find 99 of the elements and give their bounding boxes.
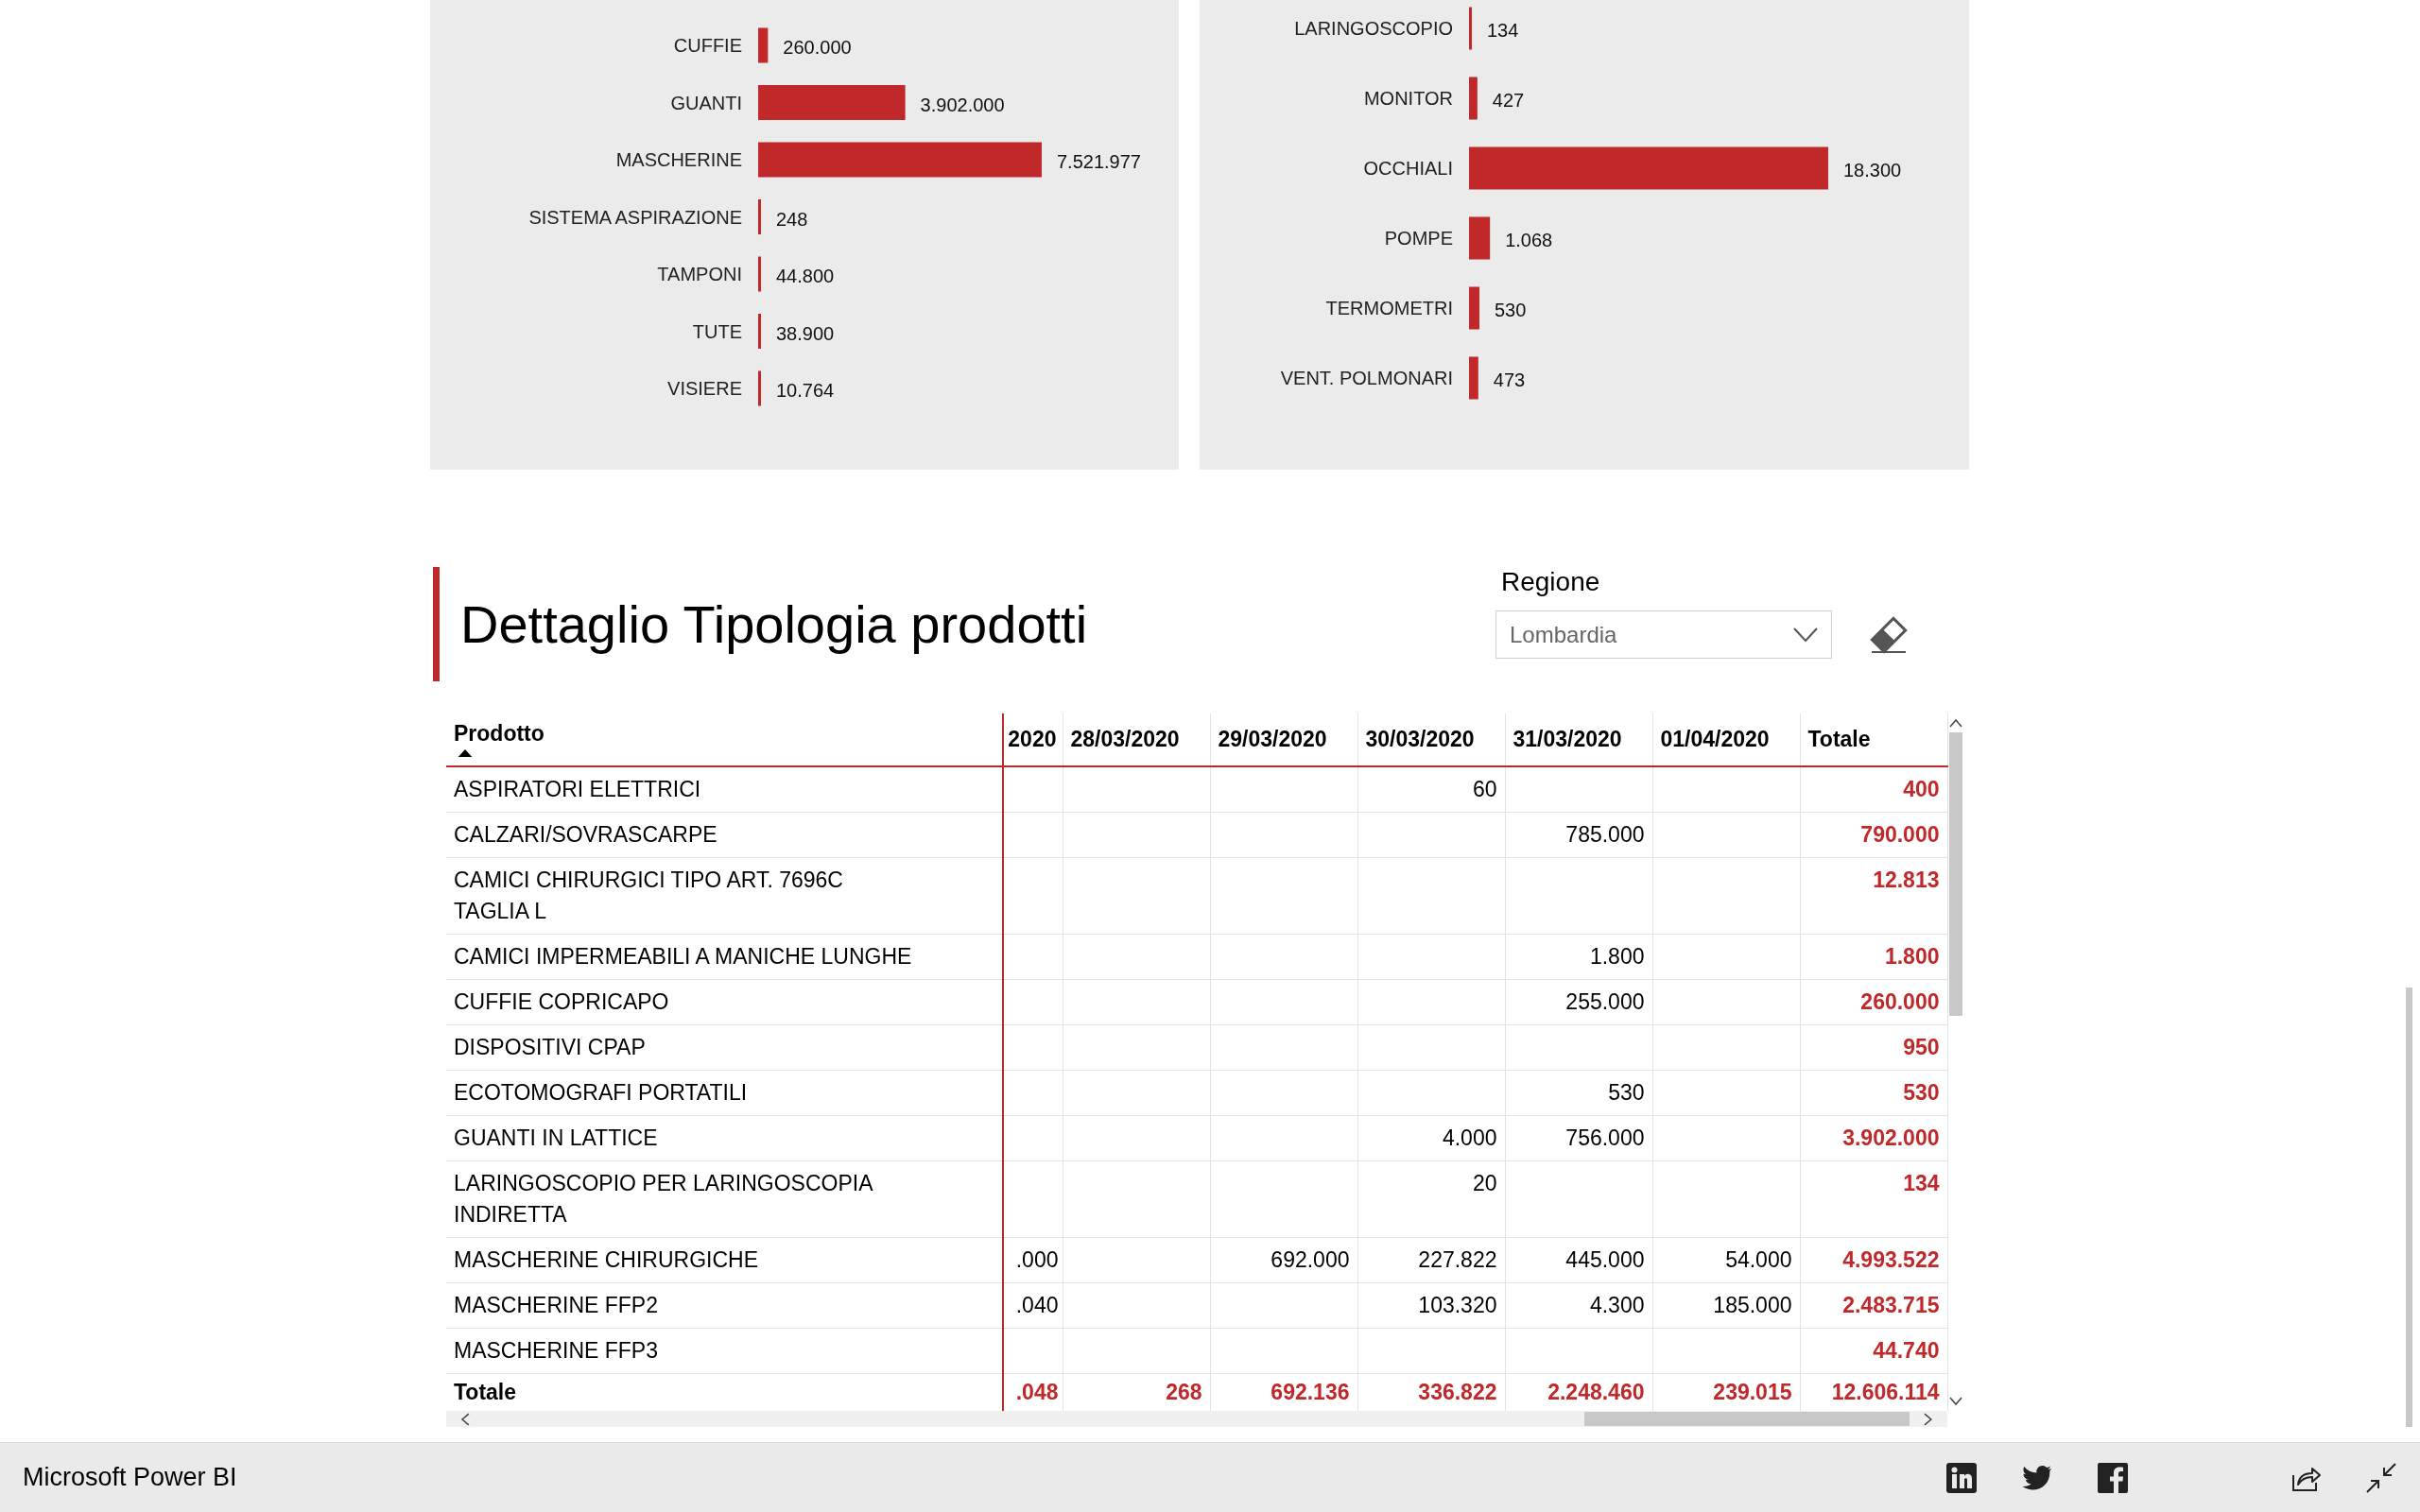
bar[interactable] [1469,286,1479,330]
table-cell: 134 [1800,1160,1947,1238]
category-label: CUFFIE [673,35,742,56]
table-cell: GUANTI IN LATTICE [446,1115,1003,1161]
table-cell: 12.813 [1800,857,1947,935]
bar[interactable] [758,370,761,406]
bar[interactable] [1469,216,1491,260]
value-label: 248 [776,208,808,230]
bar[interactable] [758,27,769,63]
linkedin-icon[interactable] [1945,1461,1978,1494]
table-cell: 255.000 [1505,979,1652,1025]
value-label: 7.521.977 [1057,151,1141,172]
slicer-label: Regione [1500,567,1601,598]
table-cell: DISPOSITIVI CPAP [446,1024,1003,1071]
table-cell: 530 [1800,1070,1947,1116]
category-label: TAMPONI [657,264,742,284]
column-header[interactable]: Prodotto [454,721,544,747]
table-cell: 185.000 [1652,1282,1800,1329]
category-label: MONITOR [1363,88,1453,109]
value-label: 530 [1495,300,1527,320]
region-dropdown[interactable]: Lombardia [1495,610,1832,659]
table-cell: 3.902.000 [1800,1115,1947,1161]
value-label: 134 [1487,20,1519,41]
column-header[interactable]: Totale [1800,713,1947,766]
table-cell: 445.000 [1505,1237,1652,1283]
table-cell: 950 [1800,1024,1947,1071]
bar[interactable] [1469,77,1478,120]
table-cell: 400 [1800,766,1947,813]
category-label: TERMOMETRI [1325,298,1453,318]
table-cell: 785.000 [1505,812,1652,858]
value-label: 473 [1493,369,1526,390]
table-cell: CUFFIE COPRICAPO [446,979,1003,1025]
table-cell: 54.000 [1652,1237,1800,1283]
category-label: MASCHERINE [615,149,742,170]
column-header[interactable]: 01/04/2020 [1652,713,1800,766]
horizontal-scrollbar[interactable] [446,1411,1947,1427]
bar[interactable] [758,142,1042,178]
table-cell: 2.483.715 [1800,1282,1947,1329]
table-cell: 1.800 [1505,934,1652,980]
bar[interactable] [1469,7,1472,50]
value-label: 18.300 [1843,160,1902,180]
table-cell: 60 [1357,766,1505,813]
section-title: Dettaglio Tipologia prodotti [433,567,1088,681]
table-cell: .040 [1003,1282,1063,1329]
chevron-up-icon[interactable] [1949,717,1963,729]
bar[interactable] [1469,146,1828,190]
category-label: OCCHIALI [1363,158,1453,179]
category-label: POMPE [1384,228,1453,249]
column-header[interactable]: 2020 [1003,713,1063,766]
column-header[interactable]: 28/03/2020 [1063,713,1210,766]
table-cell: ECOTOMOGRAFI PORTATILI [446,1070,1003,1116]
page-scrollbar[interactable] [2406,988,2412,1427]
column-header[interactable]: 29/03/2020 [1210,713,1357,766]
table-cell: CALZARI/SOVRASCARPE [446,812,1003,858]
table-cell: 4.993.522 [1800,1237,1947,1283]
chevron-left-icon[interactable] [459,1412,471,1426]
table-cell: 260.000 [1800,979,1947,1025]
value-label: 38.900 [776,322,835,344]
value-label: 427 [1492,90,1525,111]
chevron-right-icon[interactable] [1923,1412,1934,1426]
bar[interactable] [758,256,761,292]
table-cell: ASPIRATORI ELETTRICI [446,766,1003,813]
category-label: LARINGOSCOPIO [1294,18,1453,39]
table-cell: CAMICI IMPERMEABILI A MANICHE LUNGHE [446,934,1003,980]
value-label: 3.902.000 [920,94,1005,115]
table-cell: 103.320 [1357,1282,1505,1329]
table-cell: CAMICI CHIRURGICI TIPO ART. 7696C TAGLIA L [446,857,1003,935]
table-cell: 44.740 [1800,1328,1947,1374]
table-cell: 20 [1357,1160,1505,1238]
facebook-icon[interactable] [2097,1461,2129,1494]
table-cell: LARINGOSCOPIO PER LARINGOSCOPIA INDIRETTA [446,1160,1003,1238]
table-cell: 1.800 [1800,934,1947,980]
column-header[interactable]: 30/03/2020 [1357,713,1505,766]
category-label: VENT. POLMONARI [1280,368,1453,388]
value-label: 10.764 [776,380,835,401]
value-label: 44.800 [776,266,835,286]
column-header[interactable]: 31/03/2020 [1505,713,1652,766]
category-label: VISIERE [667,378,742,399]
table-cell: 692.000 [1210,1237,1357,1283]
table-cell: MASCHERINE FFP3 [446,1328,1003,1374]
chevron-down-icon[interactable] [1949,1396,1963,1407]
table-cell: .000 [1003,1237,1063,1283]
bar[interactable] [1469,356,1478,400]
table-cell: 756.000 [1505,1115,1652,1161]
chevron-down-icon [1793,627,1818,643]
category-label: TUTE [692,320,742,342]
app-name: Microsoft Power BI [23,1463,238,1492]
value-label: 260.000 [783,37,852,58]
table-cell: 4.000 [1357,1115,1505,1161]
table-cell: 790.000 [1800,812,1947,858]
table-cell: 4.300 [1505,1282,1652,1329]
table-cell: MASCHERINE FFP2 [446,1282,1003,1329]
category-label: GUANTI [670,92,742,113]
collapse-icon[interactable] [2365,1461,2397,1494]
table-cell: MASCHERINE CHIRURGICHE [446,1237,1003,1283]
table-cell: 227.822 [1357,1237,1505,1283]
category-label: SISTEMA ASPIRAZIONE [528,206,742,228]
value-label: 1.068 [1505,230,1553,250]
table-cell: 530 [1505,1070,1652,1116]
